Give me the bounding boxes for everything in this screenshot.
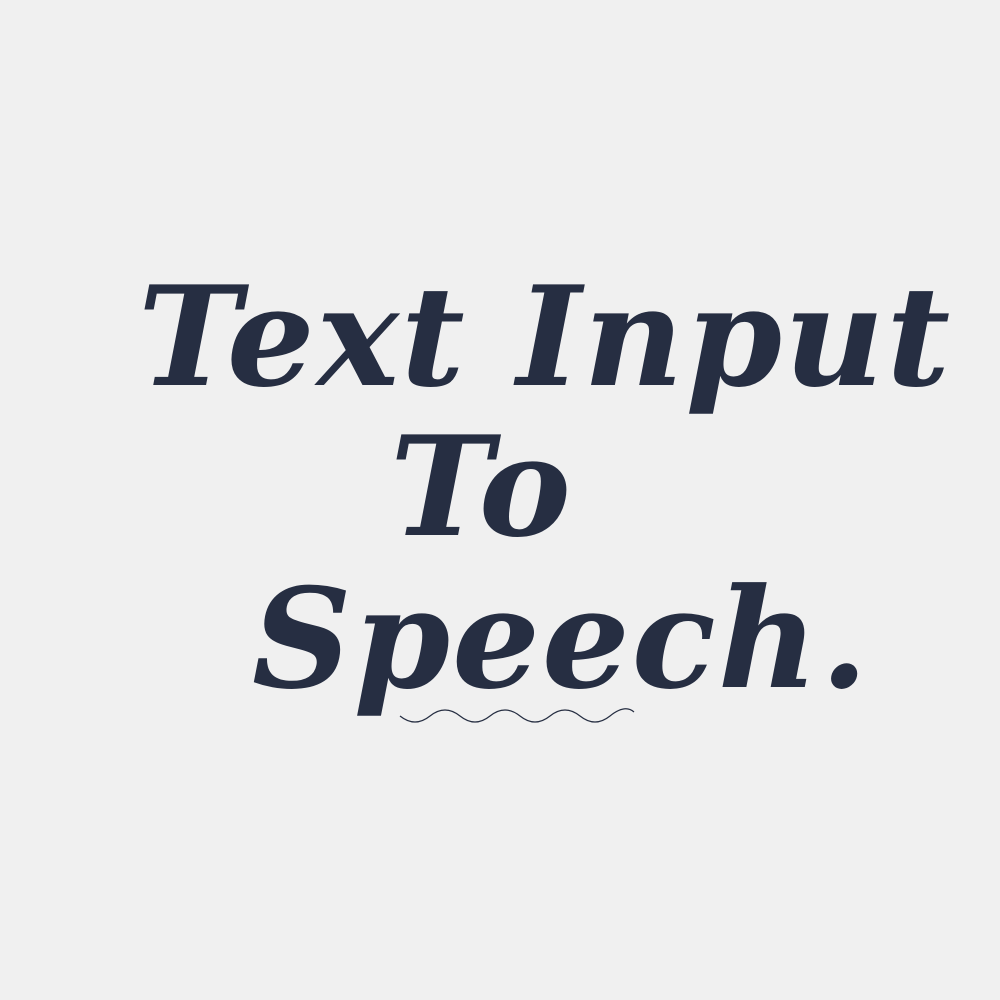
title-line-to: To [390,405,573,568]
title-line-text-input: Text Input [138,255,953,418]
wavy-underline [399,708,635,723]
title-line-speech: Speech. [252,557,871,720]
